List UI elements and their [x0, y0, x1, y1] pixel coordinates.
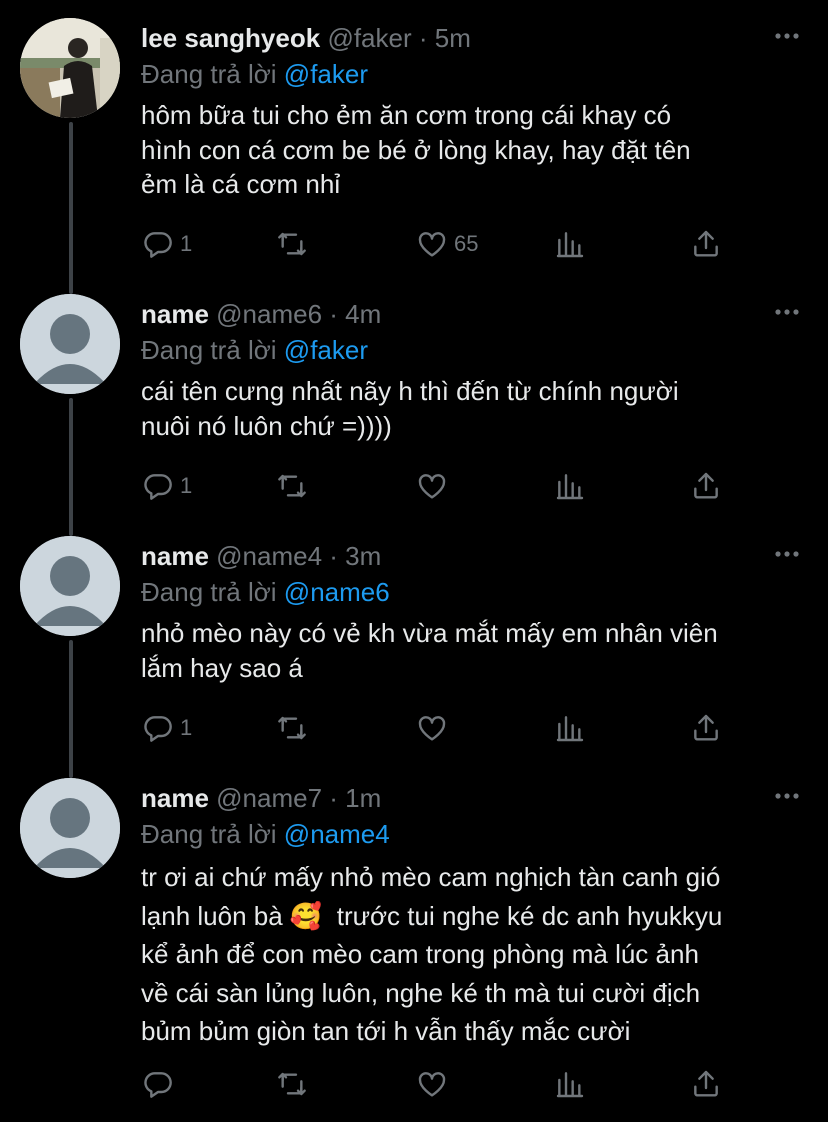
analytics-button[interactable]	[554, 1064, 586, 1104]
analytics-icon	[556, 232, 584, 258]
retweet-button[interactable]	[276, 1064, 314, 1104]
reply-button[interactable]	[142, 1064, 180, 1104]
like-button[interactable]	[416, 466, 454, 506]
replying-to-label: Đang trả lời	[141, 577, 277, 607]
default-avatar-image	[20, 294, 120, 394]
user-handle[interactable]: @name6	[216, 299, 322, 329]
avatar[interactable]	[20, 778, 120, 878]
replying-to: Đang trả lời @faker	[141, 54, 368, 94]
tweet-text: cái tên cưng nhất nãy h thì đến từ chính…	[141, 376, 679, 441]
analytics-button[interactable]	[554, 224, 586, 264]
like-button[interactable]	[416, 1064, 454, 1104]
action-bar: 1 65	[0, 224, 828, 264]
reply-icon	[144, 474, 172, 500]
analytics-icon	[556, 716, 584, 742]
avatar[interactable]	[20, 18, 120, 118]
analytics-button[interactable]	[554, 466, 586, 506]
user-handle[interactable]: @faker	[327, 23, 411, 53]
retweet-button[interactable]	[276, 466, 314, 506]
action-bar: 1	[0, 708, 828, 748]
tweet-header: name @name6 · 4m	[141, 294, 768, 334]
default-avatar-image	[20, 778, 120, 878]
share-icon	[694, 472, 718, 499]
replying-to-handle[interactable]: @faker	[284, 59, 368, 89]
tweet-text: hôm bữa tui cho ẻm ăn cơm trong cái khay…	[141, 100, 691, 199]
retweet-icon	[278, 474, 306, 498]
share-button[interactable]	[690, 224, 722, 264]
photo-avatar-image	[20, 18, 120, 118]
replying-to-label: Đang trả lời	[141, 335, 277, 365]
share-icon	[694, 714, 718, 741]
replying-to: Đang trả lời @faker	[141, 330, 368, 370]
analytics-icon	[556, 474, 584, 500]
heart-icon	[418, 1072, 446, 1097]
timestamp[interactable]: · 4m	[329, 299, 381, 329]
replying-to: Đang trả lời @name6	[141, 572, 390, 612]
more-options-icon[interactable]	[774, 786, 800, 806]
display-name[interactable]: name	[141, 783, 209, 813]
heart-icon	[418, 716, 446, 741]
display-name[interactable]: lee sanghyeok	[141, 23, 320, 53]
user-handle[interactable]: @name7	[216, 783, 322, 813]
replying-to-handle[interactable]: @name6	[284, 577, 390, 607]
tweet-text: nhỏ mèo này có vẻ kh vừa mắt mấy em nhân…	[141, 618, 718, 683]
like-button[interactable]: 65	[416, 224, 478, 264]
analytics-button[interactable]	[554, 708, 586, 748]
more-options-icon[interactable]	[774, 26, 800, 46]
timestamp[interactable]: · 1m	[329, 783, 381, 813]
like-button[interactable]	[416, 708, 454, 748]
share-button[interactable]	[690, 466, 722, 506]
heart-icon	[418, 474, 446, 499]
retweet-button[interactable]	[276, 224, 314, 264]
like-count: 65	[454, 231, 479, 256]
user-handle[interactable]: @name4	[216, 541, 322, 571]
replying-to-label: Đang trả lời	[141, 819, 277, 849]
replying-to-label: Đang trả lời	[141, 59, 277, 89]
replying-to: Đang trả lời @name4	[141, 814, 390, 854]
default-avatar-image	[20, 536, 120, 636]
reply-count: 1	[180, 473, 193, 498]
retweet-icon	[278, 716, 306, 740]
more-options-icon[interactable]	[774, 544, 800, 564]
reply-button[interactable]: 1	[142, 708, 192, 748]
reply-count: 1	[180, 231, 193, 256]
reply-count: 1	[180, 715, 193, 740]
tweet[interactable]: name @name6 · 4m Đang trả lời @faker cái…	[0, 294, 828, 524]
action-bar	[0, 1064, 828, 1104]
share-button[interactable]	[690, 708, 722, 748]
avatar[interactable]	[20, 294, 120, 394]
display-name[interactable]: name	[141, 299, 209, 329]
avatar[interactable]	[20, 536, 120, 636]
tweet[interactable]: name @name4 · 3m Đang trả lời @name6 nhỏ…	[0, 536, 828, 766]
timestamp[interactable]: · 5m	[419, 23, 471, 53]
tweet[interactable]: name @name7 · 1m Đang trả lời @name4 tr …	[0, 778, 828, 1122]
action-bar: 1	[0, 466, 828, 506]
reply-button[interactable]: 1	[142, 224, 192, 264]
replying-to-handle[interactable]: @name4	[284, 819, 390, 849]
share-icon	[694, 1070, 718, 1097]
display-name[interactable]: name	[141, 541, 209, 571]
retweet-icon	[278, 1072, 306, 1096]
tweet-header: name @name4 · 3m	[141, 536, 768, 576]
retweet-button[interactable]	[276, 708, 314, 748]
tweet[interactable]: lee sanghyeok @faker · 5m Đang trả lời @…	[0, 18, 828, 278]
reply-icon	[144, 1072, 172, 1098]
reply-button[interactable]: 1	[142, 466, 192, 506]
retweet-icon	[278, 232, 306, 256]
share-icon	[694, 230, 718, 257]
heart-icon	[418, 232, 446, 257]
reply-icon	[144, 716, 172, 742]
tweet-text: tr ơi ai chứ mấy nhỏ mèo cam nghịch tàn …	[141, 862, 723, 1046]
timestamp[interactable]: · 3m	[329, 541, 381, 571]
analytics-icon	[556, 1072, 584, 1098]
share-button[interactable]	[690, 1064, 722, 1104]
more-options-icon[interactable]	[774, 302, 800, 322]
tweet-header: lee sanghyeok @faker · 5m	[141, 18, 768, 58]
replying-to-handle[interactable]: @faker	[284, 335, 368, 365]
reply-icon	[144, 232, 172, 258]
tweet-header: name @name7 · 1m	[141, 778, 768, 818]
